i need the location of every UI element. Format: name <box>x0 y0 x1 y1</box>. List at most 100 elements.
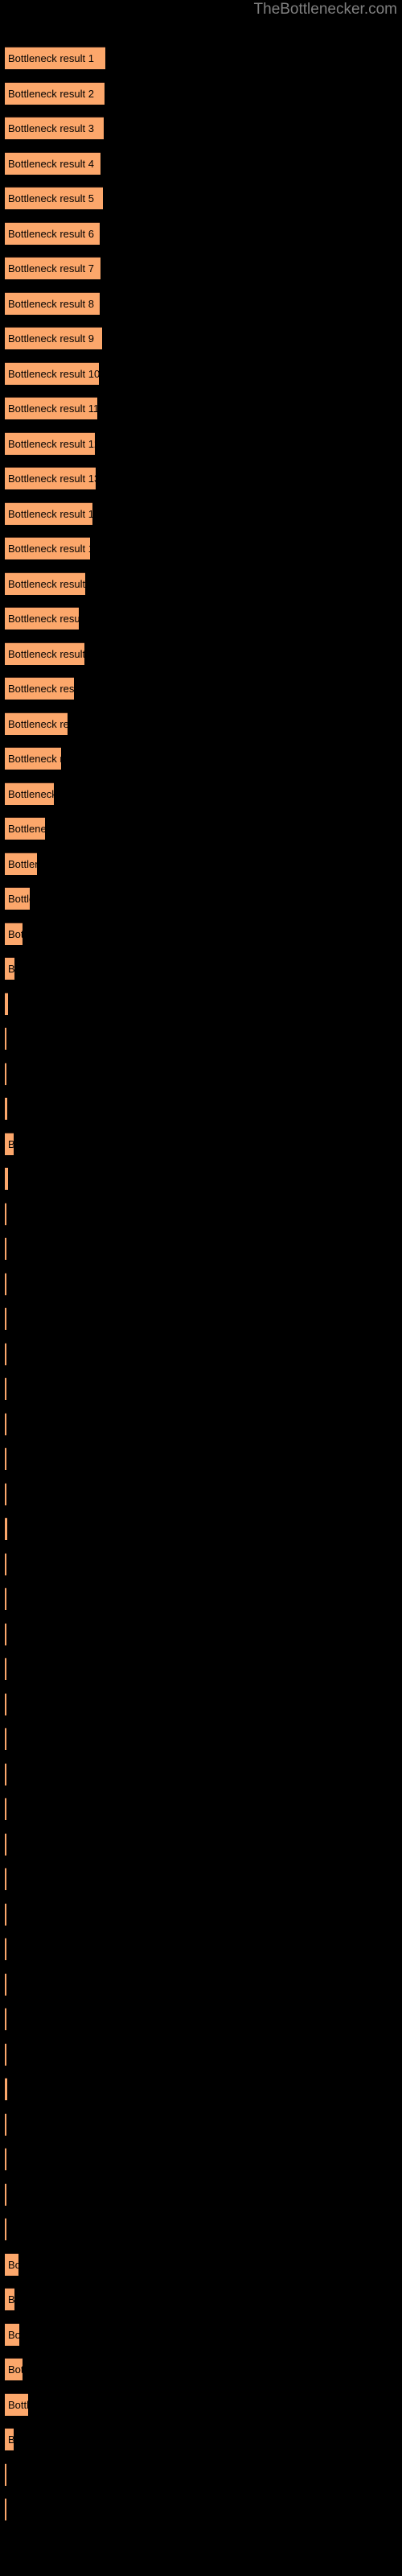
bar-row: Bottleneck result 43 <box>5 1517 7 1540</box>
bar: Bottleneck result 37 <box>5 1307 6 1330</box>
bar-label: Bottleneck result 24 <box>8 857 37 870</box>
bar: Bottleneck result 14 <box>5 502 92 525</box>
bar-row: Bottleneck result 35 <box>5 1237 6 1260</box>
bar-label: Bottleneck result 16 <box>8 577 85 590</box>
bar-label: Bottleneck result 68 <box>8 2398 28 2411</box>
bar-label: Bottleneck result 5 <box>8 192 94 204</box>
bar: Bottleneck result 24 <box>5 852 37 875</box>
bar: Bottleneck result 34 <box>5 1202 6 1225</box>
bar: Bottleneck result 27 <box>5 957 14 980</box>
bar: Bottleneck result 40 <box>5 1412 6 1435</box>
bar: Bottleneck result 21 <box>5 747 61 770</box>
bar-row: Bottleneck result 59 <box>5 2078 7 2100</box>
bar-row: Bottleneck result 66 <box>5 2322 19 2346</box>
bar: Bottleneck result 52 <box>5 1832 6 1856</box>
bar-label: Bottleneck result 21 <box>8 753 61 765</box>
bar-label: Bottleneck result 65 <box>8 2293 14 2306</box>
bar: Bottleneck result 6 <box>5 221 100 245</box>
bar-row: Bottleneck result 63 <box>5 2218 6 2240</box>
bar: Bottleneck result 54 <box>5 1902 6 1926</box>
bar-row: Bottleneck result 25 <box>5 887 30 910</box>
bar: Bottleneck result 42 <box>5 1482 6 1505</box>
bar: Bottleneck result 25 <box>5 887 30 910</box>
bar-row: Bottleneck result 44 <box>5 1552 6 1575</box>
bar-row: Bottleneck result 54 <box>5 1902 6 1926</box>
bar: Bottleneck result 30 <box>5 1062 6 1085</box>
bar-label: Bottleneck result 69 <box>8 2429 14 2450</box>
bar: Bottleneck result 4 <box>5 151 100 175</box>
bar: Bottleneck result 61 <box>5 2148 6 2170</box>
bar: Bottleneck result 48 <box>5 1692 6 1715</box>
bar: Bottleneck result 71 <box>5 2498 6 2520</box>
bar-row: Bottleneck result 65 <box>5 2288 14 2310</box>
bar: Bottleneck result 15 <box>5 537 90 559</box>
bar-row: Bottleneck result 67 <box>5 2358 23 2380</box>
bar: Bottleneck result 43 <box>5 1517 7 1540</box>
bar-row: Bottleneck result 56 <box>5 1972 6 1996</box>
bar-row: Bottleneck result 42 <box>5 1482 6 1505</box>
bar: Bottleneck result 55 <box>5 1938 6 1960</box>
bars-container: Bottleneck result 1 Bottleneck result 2 Bo… <box>0 0 402 2576</box>
bar-row: Bottleneck result 2 <box>5 81 105 105</box>
bar-label: Bottleneck result 3 <box>8 122 94 134</box>
bar: Bottleneck result 65 <box>5 2288 14 2310</box>
bar: Bottleneck result 18 <box>5 642 84 665</box>
bar-row: Bottleneck result 14 <box>5 502 92 525</box>
bar: Bottleneck result 53 <box>5 1868 6 1890</box>
bar-row: Bottleneck result 28 <box>5 992 8 1015</box>
bar: Bottleneck result 20 <box>5 712 68 735</box>
bar-label: Bottleneck result 6 <box>8 227 94 240</box>
bar-row: Bottleneck result 29 <box>5 1027 6 1050</box>
bar: Bottleneck result 45 <box>5 1587 6 1610</box>
bar: Bottleneck result 23 <box>5 817 45 840</box>
bar-row: Bottleneck result 33 <box>5 1167 8 1190</box>
bar: Bottleneck result 35 <box>5 1237 6 1260</box>
bar: Bottleneck result 58 <box>5 2042 6 2066</box>
bar-row: Bottleneck result 49 <box>5 1728 6 1750</box>
bar: Bottleneck result 19 <box>5 677 74 700</box>
bar-row: Bottleneck result 62 <box>5 2182 6 2206</box>
bar-row: Bottleneck result 20 <box>5 712 68 735</box>
bar-row: Bottleneck result 57 <box>5 2008 6 2030</box>
bar: Bottleneck result 29 <box>5 1027 6 1050</box>
bar: Bottleneck result 16 <box>5 572 85 595</box>
bar-row: Bottleneck result 55 <box>5 1938 6 1960</box>
bar-row: Bottleneck result 61 <box>5 2148 6 2170</box>
bar: Bottleneck result 7 <box>5 257 100 279</box>
bar-row: Bottleneck result 5 <box>5 187 103 209</box>
bar-label: Bottleneck result 4 <box>8 157 94 170</box>
bar-row: Bottleneck result 37 <box>5 1307 6 1330</box>
bar-label: Bottleneck result 18 <box>8 647 84 660</box>
bar-row: Bottleneck result 26 <box>5 922 23 945</box>
bar: Bottleneck result 11 <box>5 397 97 419</box>
bar-row: Bottleneck result 13 <box>5 467 96 489</box>
bar: Bottleneck result 13 <box>5 467 96 489</box>
bar-label: Bottleneck result 22 <box>8 787 54 800</box>
bar: Bottleneck result 36 <box>5 1272 6 1295</box>
bar-row: Bottleneck result 71 <box>5 2498 6 2520</box>
bar-row: Bottleneck result 45 <box>5 1587 6 1610</box>
bar-row: Bottleneck result 53 <box>5 1868 6 1890</box>
bar: Bottleneck result 57 <box>5 2008 6 2030</box>
bar-label: Bottleneck result 32 <box>8 1133 14 1155</box>
bar-row: Bottleneck result 46 <box>5 1622 6 1645</box>
bar-row: Bottleneck result 38 <box>5 1342 6 1365</box>
bar-label: Bottleneck result 67 <box>8 2363 23 2376</box>
bar: Bottleneck result 59 <box>5 2078 7 2100</box>
bar: Bottleneck result 33 <box>5 1167 8 1190</box>
bar-row: Bottleneck result 23 <box>5 817 45 840</box>
bar: Bottleneck result 41 <box>5 1447 6 1470</box>
bar-row: Bottleneck result 17 <box>5 607 79 630</box>
bar-label: Bottleneck result 64 <box>8 2258 18 2271</box>
bar-label: Bottleneck result 20 <box>8 717 68 730</box>
bar: Bottleneck result 26 <box>5 922 23 945</box>
bar-row: Bottleneck result 4 <box>5 151 100 175</box>
bar-row: Bottleneck result 47 <box>5 1657 6 1680</box>
bar: Bottleneck result 12 <box>5 431 95 455</box>
bar: Bottleneck result 10 <box>5 361 99 385</box>
bar-row: Bottleneck result 52 <box>5 1832 6 1856</box>
bar-row: Bottleneck result 30 <box>5 1062 6 1085</box>
bar: Bottleneck result 56 <box>5 1972 6 1996</box>
bar: Bottleneck result 49 <box>5 1728 6 1750</box>
bar-row: Bottleneck result 41 <box>5 1447 6 1470</box>
